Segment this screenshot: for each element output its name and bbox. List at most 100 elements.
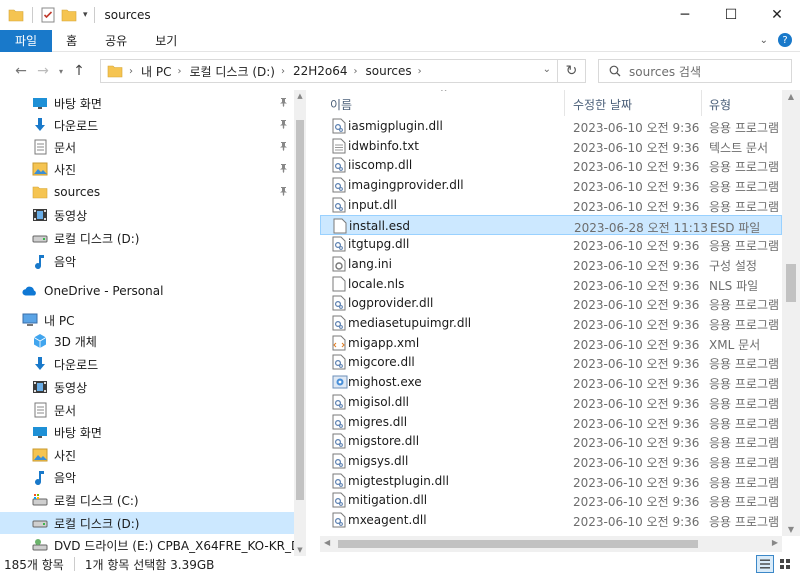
search-icon: [609, 65, 621, 77]
properties-icon[interactable]: [41, 7, 55, 23]
breadcrumb-separator-icon[interactable]: ›: [418, 66, 422, 77]
recent-locations-button[interactable]: ▾: [54, 60, 68, 82]
new-folder-icon[interactable]: [61, 8, 77, 22]
tab-share[interactable]: 공유: [91, 30, 141, 52]
up-button[interactable]: ↑: [68, 60, 90, 82]
nav-item[interactable]: 사진: [0, 158, 294, 180]
nav-item[interactable]: 로컬 디스크 (D:): [0, 227, 294, 249]
breadcrumb-separator-icon[interactable]: ›: [129, 66, 133, 77]
file-list-horizontal-scrollbar[interactable]: ◀ ▶: [320, 536, 782, 552]
close-button[interactable]: ✕: [754, 0, 800, 30]
column-header-date[interactable]: 수정한 날짜: [573, 96, 632, 113]
nav-item[interactable]: 바탕 화면: [0, 92, 294, 114]
file-row[interactable]: migisol.dll 2023-06-10 오전 9:36 응용 프로그램: [320, 392, 782, 412]
breadcrumb-sources[interactable]: sources: [366, 64, 412, 78]
scroll-left-icon[interactable]: ◀: [324, 538, 330, 547]
details-view-button[interactable]: [756, 555, 774, 573]
nav-item[interactable]: 다운로드: [0, 353, 294, 375]
file-row[interactable]: migstore.dll 2023-06-10 오전 9:36 응용 프로그램: [320, 431, 782, 451]
file-row[interactable]: install.esd 2023-06-28 오전 11:13 ESD 파일: [320, 214, 782, 235]
file-row[interactable]: lang.ini 2023-06-10 오전 9:36 구성 설정: [320, 254, 782, 274]
file-row[interactable]: idwbinfo.txt 2023-06-10 오전 9:36 텍스트 문서: [320, 136, 782, 156]
file-row[interactable]: mighost.exe 2023-06-10 오전 9:36 응용 프로그램: [320, 372, 782, 392]
pin-icon[interactable]: [279, 163, 288, 176]
nav-item[interactable]: 내 PC: [0, 309, 294, 331]
refresh-button[interactable]: ↻: [558, 59, 586, 83]
nav-item[interactable]: 바탕 화면: [0, 421, 294, 443]
breadcrumb-separator-icon[interactable]: ›: [177, 66, 181, 77]
pictures-icon: [32, 447, 48, 463]
scroll-up-icon[interactable]: ▲: [782, 92, 800, 101]
pin-icon[interactable]: [279, 119, 288, 132]
file-row[interactable]: migtestplugin.dll 2023-06-10 오전 9:36 응용 프로…: [320, 471, 782, 491]
nav-item[interactable]: 동영상: [0, 204, 294, 226]
breadcrumb-separator-icon[interactable]: ›: [354, 66, 358, 77]
nav-item[interactable]: 문서: [0, 399, 294, 421]
nav-item[interactable]: sources: [0, 181, 294, 203]
scroll-up-icon[interactable]: ▲: [294, 92, 306, 100]
nav-item[interactable]: 문서: [0, 136, 294, 158]
file-row[interactable]: migcore.dll 2023-06-10 오전 9:36 응용 프로그램: [320, 352, 782, 372]
file-list-vertical-scrollbar[interactable]: ▲ ▼: [782, 90, 800, 536]
file-row[interactable]: iasmigplugin.dll 2023-06-10 오전 9:36 응용 프로그…: [320, 116, 782, 136]
file-row[interactable]: mitigation.dll 2023-06-10 오전 9:36 응용 프로그램: [320, 490, 782, 510]
breadcrumb-this-pc[interactable]: 내 PC: [141, 63, 171, 80]
file-row[interactable]: migsys.dll 2023-06-10 오전 9:36 응용 프로그램: [320, 451, 782, 471]
scroll-right-icon[interactable]: ▶: [772, 538, 778, 547]
file-row[interactable]: imagingprovider.dll 2023-06-10 오전 9:36 응용 …: [320, 175, 782, 195]
file-name: mxeagent.dll: [348, 513, 427, 527]
tab-file[interactable]: 파일: [0, 29, 53, 52]
maximize-button[interactable]: ☐: [708, 0, 754, 30]
column-header-name[interactable]: 이름: [330, 96, 352, 113]
address-bar[interactable]: › 내 PC › 로컬 디스크 (D:) › 22H2o64 › sources…: [100, 59, 558, 83]
vertical-scroll-thumb[interactable]: [786, 264, 796, 302]
pin-icon[interactable]: [279, 141, 288, 154]
help-icon[interactable]: ?: [778, 33, 792, 47]
nav-item[interactable]: 음악: [0, 250, 294, 272]
column-header-type[interactable]: 유형: [709, 96, 731, 113]
column-divider[interactable]: [564, 90, 565, 116]
nav-item[interactable]: 로컬 디스크 (C:): [0, 489, 294, 511]
pin-icon[interactable]: [279, 97, 288, 110]
file-row[interactable]: migapp.xml 2023-06-10 오전 9:36 XML 문서: [320, 333, 782, 353]
forward-button[interactable]: →: [32, 60, 54, 82]
breadcrumb-drive-d[interactable]: 로컬 디스크 (D:): [189, 63, 274, 80]
nav-item[interactable]: OneDrive - Personal: [0, 280, 294, 302]
file-row[interactable]: input.dll 2023-06-10 오전 9:36 응용 프로그램: [320, 195, 782, 215]
file-row[interactable]: mxeagent.dll 2023-06-10 오전 9:36 응용 프로그램: [320, 510, 782, 530]
file-row[interactable]: migres.dll 2023-06-10 오전 9:36 응용 프로그램: [320, 412, 782, 432]
address-dropdown-icon[interactable]: ⌄: [543, 64, 551, 75]
minimize-button[interactable]: ─: [662, 0, 708, 30]
file-row[interactable]: logprovider.dll 2023-06-10 오전 9:36 응용 프로그램: [320, 293, 782, 313]
nav-scrollbar[interactable]: ▲ ▼: [294, 90, 306, 556]
horizontal-scroll-thumb[interactable]: [338, 540, 698, 548]
nav-item[interactable]: 음악: [0, 466, 294, 488]
folder-icon[interactable]: [8, 8, 24, 22]
customize-qat-icon[interactable]: ▾: [83, 10, 88, 20]
column-divider[interactable]: [701, 90, 702, 116]
nav-scroll-thumb[interactable]: [296, 120, 304, 500]
file-row[interactable]: locale.nls 2023-06-10 오전 9:36 NLS 파일: [320, 274, 782, 294]
nav-item[interactable]: 사진: [0, 444, 294, 466]
file-type: 응용 프로그램: [709, 239, 780, 254]
file-row[interactable]: mediasetupuimgr.dll 2023-06-10 오전 9:36 응용 …: [320, 313, 782, 333]
file-row[interactable]: itgtupg.dll 2023-06-10 오전 9:36 응용 프로그램: [320, 234, 782, 254]
tab-home[interactable]: 홈: [52, 30, 91, 52]
nav-item[interactable]: 동영상: [0, 376, 294, 398]
nav-item[interactable]: 다운로드: [0, 114, 294, 136]
large-icons-view-button[interactable]: [776, 555, 794, 573]
arrow-up-icon: ↑: [73, 63, 85, 79]
back-button[interactable]: ←: [10, 60, 32, 82]
chevron-down-icon[interactable]: ⌄: [760, 35, 768, 46]
breadcrumb-22h2o64[interactable]: 22H2o64: [293, 64, 348, 78]
file-icon: [333, 218, 347, 234]
search-input[interactable]: sources 검색: [598, 59, 792, 83]
breadcrumb-separator-icon[interactable]: ›: [281, 66, 285, 77]
file-row[interactable]: iiscomp.dll 2023-06-10 오전 9:36 응용 프로그램: [320, 155, 782, 175]
scroll-down-icon[interactable]: ▼: [782, 525, 800, 534]
nav-item[interactable]: 로컬 디스크 (D:): [0, 512, 294, 534]
tab-view[interactable]: 보기: [141, 30, 191, 52]
pin-icon[interactable]: [279, 186, 288, 199]
file-type: 구성 설정: [709, 258, 757, 273]
nav-item[interactable]: 3D 개체: [0, 330, 294, 352]
